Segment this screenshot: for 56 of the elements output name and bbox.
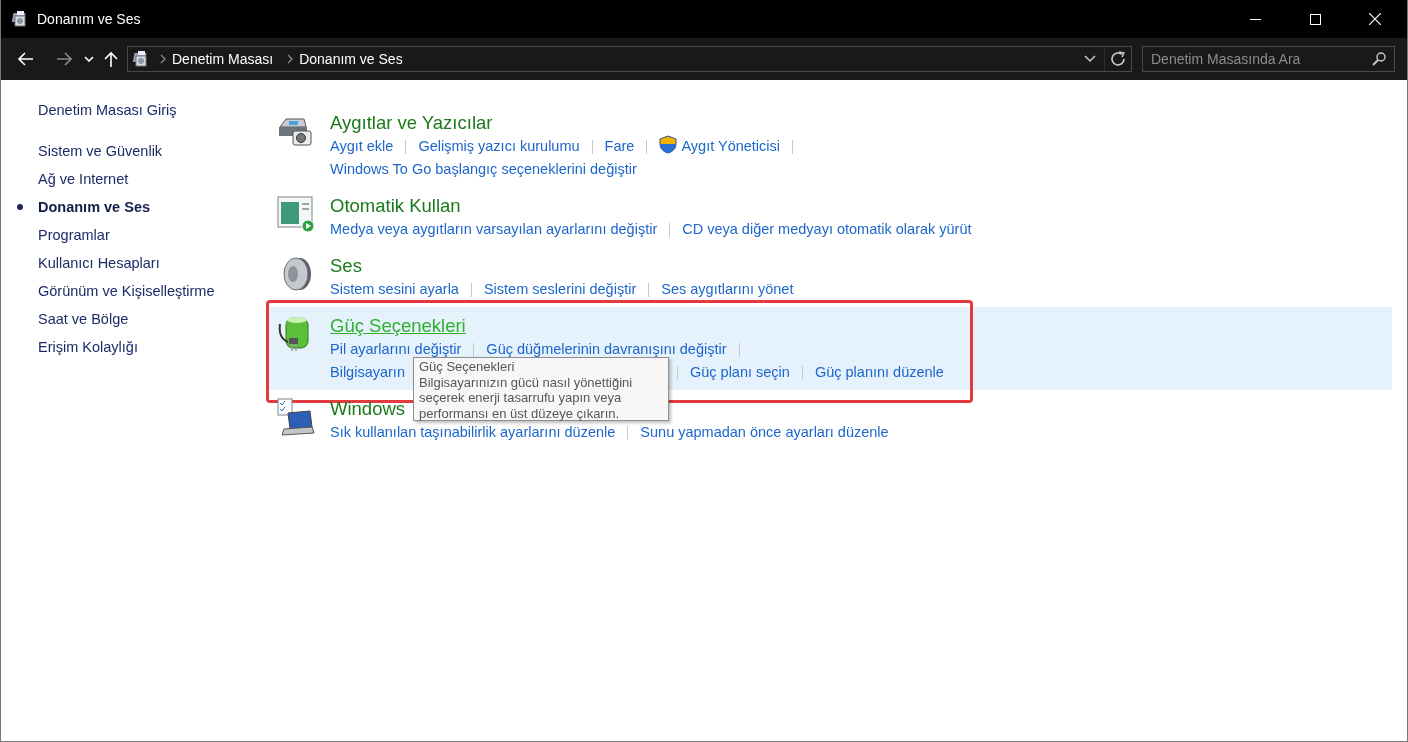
- chevron-icon: [160, 54, 166, 64]
- category-title-link[interactable]: Ses: [330, 254, 362, 278]
- task-link[interactable]: Sistem seslerini değiştir: [483, 278, 637, 301]
- task-link[interactable]: Sistem sesini ayarla: [330, 278, 459, 301]
- caret-icon[interactable]: [84, 56, 94, 62]
- chevron-icon: [287, 54, 294, 64]
- sidebar-link[interactable]: Kullanıcı Hesapları: [38, 255, 160, 271]
- up-arrow-icon[interactable]: [104, 51, 118, 67]
- breadcrumb[interactable]: Donanım ve Ses: [299, 51, 403, 67]
- sidebar-link[interactable]: Saat ve Bölge: [38, 311, 129, 327]
- category-title-link[interactable]: Otomatik Kullan: [330, 194, 461, 218]
- task-link[interactable]: Aygıt Yöneticisi: [659, 135, 780, 158]
- laptop-checklist-icon: [277, 398, 315, 436]
- tooltip-text: Bilgisayarınızın gücü nasıl yönettiğini seçerek enerji tasarrufu yapın veya performansı en üst düzeye çıkarın.: [419, 374, 634, 421]
- task-link[interactable]: Güç düğmelerinin davranışını değiştir: [486, 338, 727, 361]
- sidebar-link[interactable]: Görünüm ve Kişiselleştirme: [38, 283, 215, 299]
- task-link[interactable]: Sunu yapmadan önce ayarları düzenle: [640, 421, 889, 444]
- close-icon[interactable]: [1369, 13, 1381, 25]
- sidebar-link[interactable]: Erişim Kolaylığı: [38, 339, 138, 355]
- maximize-icon[interactable]: [1309, 13, 1321, 25]
- speaker-icon: [283, 257, 311, 291]
- task-link[interactable]: Bilgisayarın: [330, 361, 405, 384]
- task-link[interactable]: Sık kullanılan taşınabilirlik ayarlarını düzenle: [330, 421, 616, 444]
- window-title: Donanım ve Ses: [37, 11, 142, 27]
- breadcrumb[interactable]: Denetim Masası: [172, 51, 274, 67]
- selected-bullet-icon: [17, 204, 23, 210]
- sidebar-link[interactable]: Denetim Masası Giriş: [38, 102, 177, 118]
- task-link[interactable]: Fare: [604, 135, 635, 158]
- task-link[interactable]: Medya veya aygıtların varsayılan ayarlarını değiştir: [330, 218, 658, 241]
- battery-plug-icon: [278, 317, 309, 352]
- task-link[interactable]: Aygıt ekle: [330, 135, 394, 158]
- search-field[interactable]: Denetim Masasında Ara: [1142, 46, 1395, 72]
- task-link[interactable]: Güç planını düzenle: [814, 361, 944, 384]
- sidebar-link[interactable]: Sistem ve Güvenlik: [38, 143, 163, 159]
- refresh-icon[interactable]: [1110, 51, 1126, 67]
- printer-camera-icon: [279, 118, 312, 146]
- task-link[interactable]: Pil ayarlarını değiştir: [330, 338, 462, 361]
- task-link[interactable]: Gelişmiş yazıcı kurulumu: [418, 135, 580, 158]
- sidebar-link[interactable]: Programlar: [38, 227, 110, 243]
- category-title-link[interactable]: Windows: [330, 397, 406, 421]
- category-title-link[interactable]: Aygıtlar ve Yazıcılar: [330, 111, 493, 135]
- task-link[interactable]: Windows To Go başlangıç seçeneklerini değiştir: [330, 158, 637, 181]
- back-arrow-icon[interactable]: [18, 52, 34, 66]
- media-window-icon: [277, 196, 315, 233]
- task-link[interactable]: CD veya diğer medyayı otomatik olarak yürüt: [682, 218, 972, 241]
- dropdown-icon[interactable]: [1084, 55, 1096, 63]
- search-icon[interactable]: [1372, 52, 1386, 66]
- task-link[interactable]: Ses aygıtlarını yönet: [661, 278, 794, 301]
- sidebar-link[interactable]: Donanım ve Ses: [38, 199, 150, 215]
- forward-arrow-icon[interactable]: [56, 52, 72, 66]
- tooltip-title: Güç Seçenekleri: [419, 359, 516, 375]
- sidebar-link[interactable]: Ağ ve Internet: [38, 171, 129, 187]
- minimize-icon[interactable]: [1249, 18, 1261, 20]
- address-bar[interactable]: Denetim Masası Donanım ve Ses: [127, 46, 1132, 72]
- shield-icon: [659, 135, 678, 154]
- task-link[interactable]: Güç planı seçin: [689, 361, 790, 384]
